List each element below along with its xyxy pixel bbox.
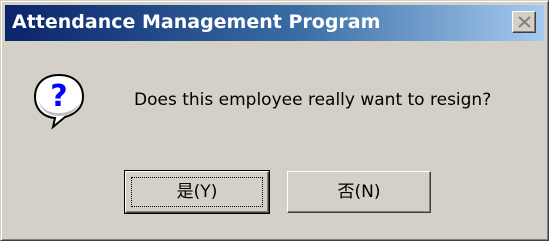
close-icon — [518, 16, 531, 28]
title-bar[interactable]: Attendance Management Program — [5, 5, 544, 41]
yes-button[interactable]: 是(Y) — [124, 170, 270, 214]
yes-button-label: 是(Y) — [176, 182, 218, 202]
no-button-label: 否(N) — [337, 182, 381, 202]
close-button[interactable] — [512, 11, 536, 33]
confirmation-message: Does this employee really want to resign… — [134, 90, 492, 110]
no-button[interactable]: 否(N) — [287, 171, 431, 213]
question-mark-glyph: ? — [50, 79, 67, 114]
question-icon: ? — [33, 73, 85, 130]
window-title: Attendance Management Program — [12, 11, 381, 33]
dialog-window: Attendance Management Program ? Does thi… — [0, 0, 549, 241]
